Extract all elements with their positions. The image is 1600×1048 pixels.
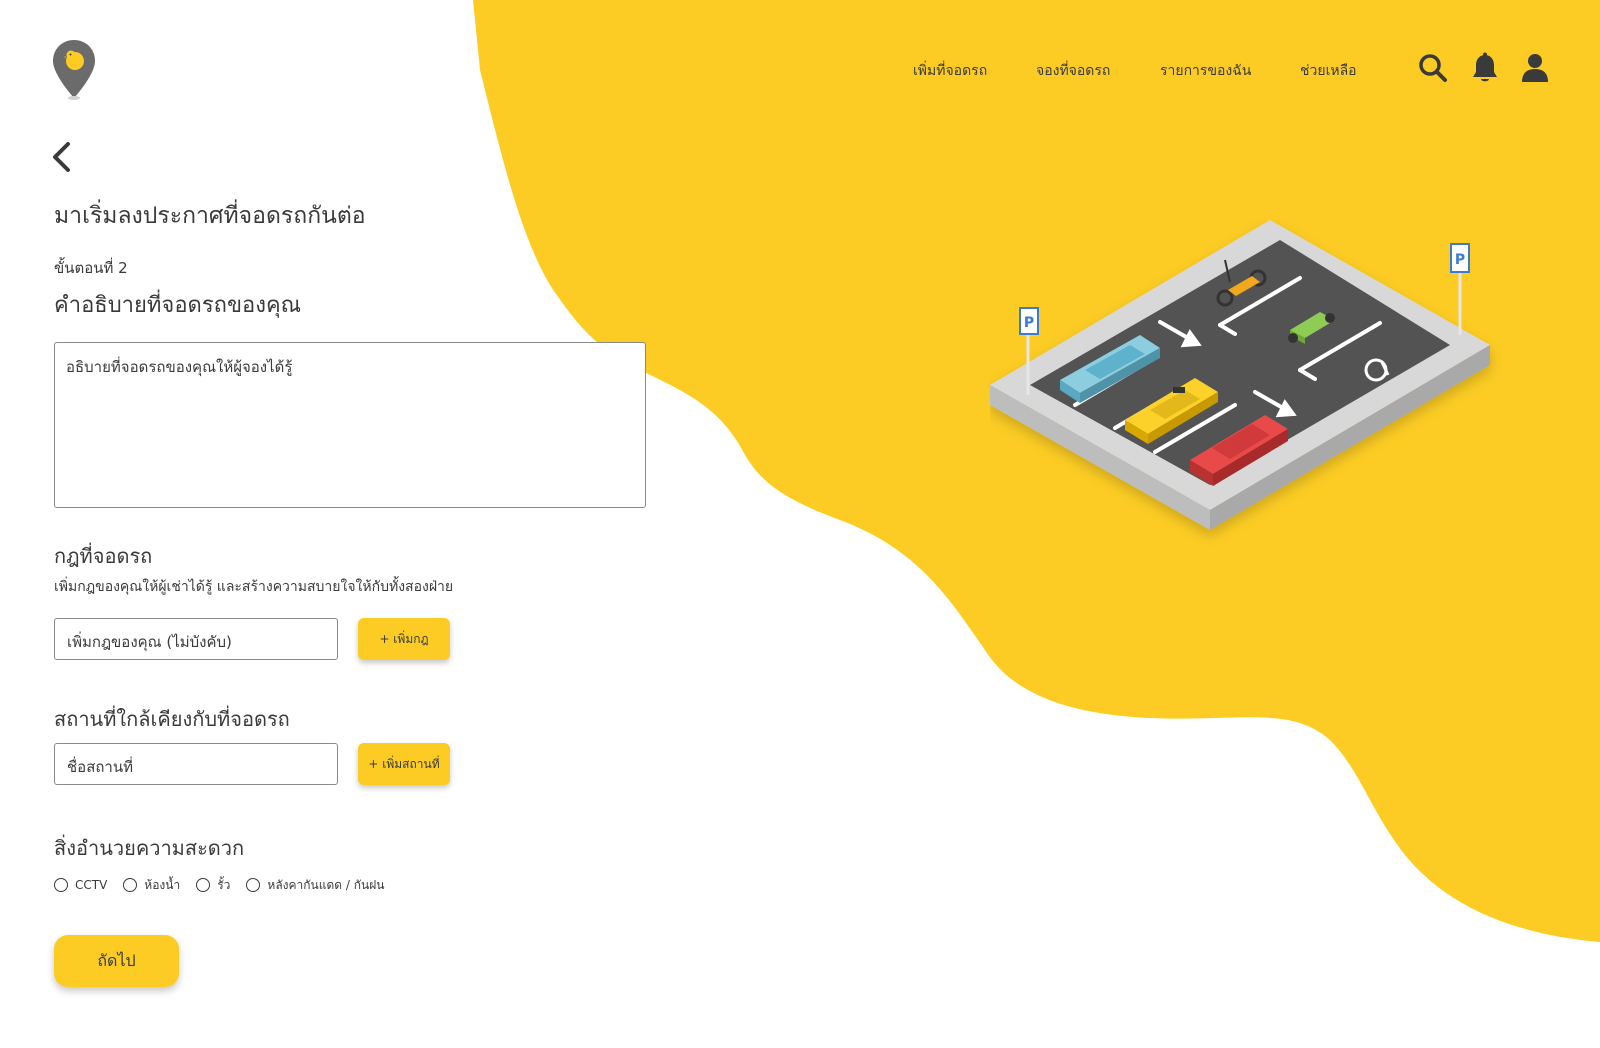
amenities-options: CCTV ห้องน้ำ รั้ว หลังคากันแดด / กันฝน [54, 875, 400, 895]
parking-sign-right: P [1450, 243, 1470, 335]
svg-text:P: P [1455, 252, 1465, 268]
nearby-places-title: สถานที่ใกล้เคียงกับที่จอดรถ [54, 707, 290, 731]
user-icon[interactable] [1520, 52, 1550, 84]
nav-help[interactable]: ช่วยเหลือ [1300, 60, 1357, 82]
top-navigation: เพิ่มที่จอดรถ จองที่จอดรถ รายการของฉัน ช… [0, 60, 1600, 80]
description-placeholder: อธิบายที่จอดรถของคุณให้ผู้จองได้รู้ [66, 358, 293, 376]
svg-text:P: P [1024, 315, 1034, 331]
rules-title: กฎที่จอดรถ [54, 544, 153, 568]
add-place-button[interactable]: + เพิ่มสถานที่ [358, 743, 450, 785]
rule-input-placeholder: เพิ่มกฎของคุณ (ไม่บังคับ) [67, 633, 232, 651]
page-title: มาเริ่มลงประกาศที่จอดรถกันต่อ [54, 203, 366, 229]
step-title: คำอธิบายที่จอดรถของคุณ [54, 293, 302, 318]
amenities-title: สิ่งอำนวยความสะดวก [54, 836, 245, 860]
parking-description-textarea[interactable]: อธิบายที่จอดรถของคุณให้ผู้จองได้รู้ [54, 342, 646, 508]
amenity-label: CCTV [75, 878, 108, 892]
rules-subtitle: เพิ่มกฎของคุณให้ผู้เช่าได้รู้ และสร้างคว… [54, 579, 454, 595]
next-button[interactable]: ถัดไป [54, 935, 179, 987]
nav-add-parking[interactable]: เพิ่มที่จอดรถ [913, 60, 987, 82]
nav-my-list[interactable]: รายการของฉัน [1160, 60, 1251, 82]
amenity-label: รั้ว [217, 877, 231, 892]
search-icon[interactable] [1418, 52, 1448, 84]
place-input-placeholder: ชื่อสถานที่ [67, 758, 133, 776]
amenity-fence[interactable]: รั้ว [196, 876, 230, 895]
parking-lot-illustration: P P [990, 220, 1490, 530]
page: เพิ่มที่จอดรถ จองที่จอดรถ รายการของฉัน ช… [0, 0, 1600, 1048]
amenity-restroom[interactable]: ห้องน้ำ [123, 876, 180, 895]
radio-button[interactable] [54, 878, 68, 892]
radio-button[interactable] [196, 878, 211, 892]
amenity-roof[interactable]: หลังคากันแดด / กันฝน [246, 876, 384, 895]
amenity-label: หลังคากันแดด / กันฝน [267, 877, 385, 892]
bell-icon[interactable] [1470, 52, 1500, 84]
radio-button[interactable] [246, 878, 261, 892]
rule-input[interactable]: เพิ่มกฎของคุณ (ไม่บังคับ) [54, 618, 338, 660]
add-rule-button[interactable]: + เพิ่มกฎ [358, 618, 450, 660]
amenity-cctv[interactable]: CCTV [54, 878, 107, 892]
back-button[interactable] [50, 140, 74, 174]
place-name-input[interactable]: ชื่อสถานที่ [54, 743, 338, 785]
amenity-label: ห้องน้ำ [144, 877, 181, 892]
nav-book-parking[interactable]: จองที่จอดรถ [1036, 60, 1110, 82]
step-label: ขั้นตอนที่ 2 [54, 259, 128, 277]
radio-button[interactable] [123, 878, 138, 892]
